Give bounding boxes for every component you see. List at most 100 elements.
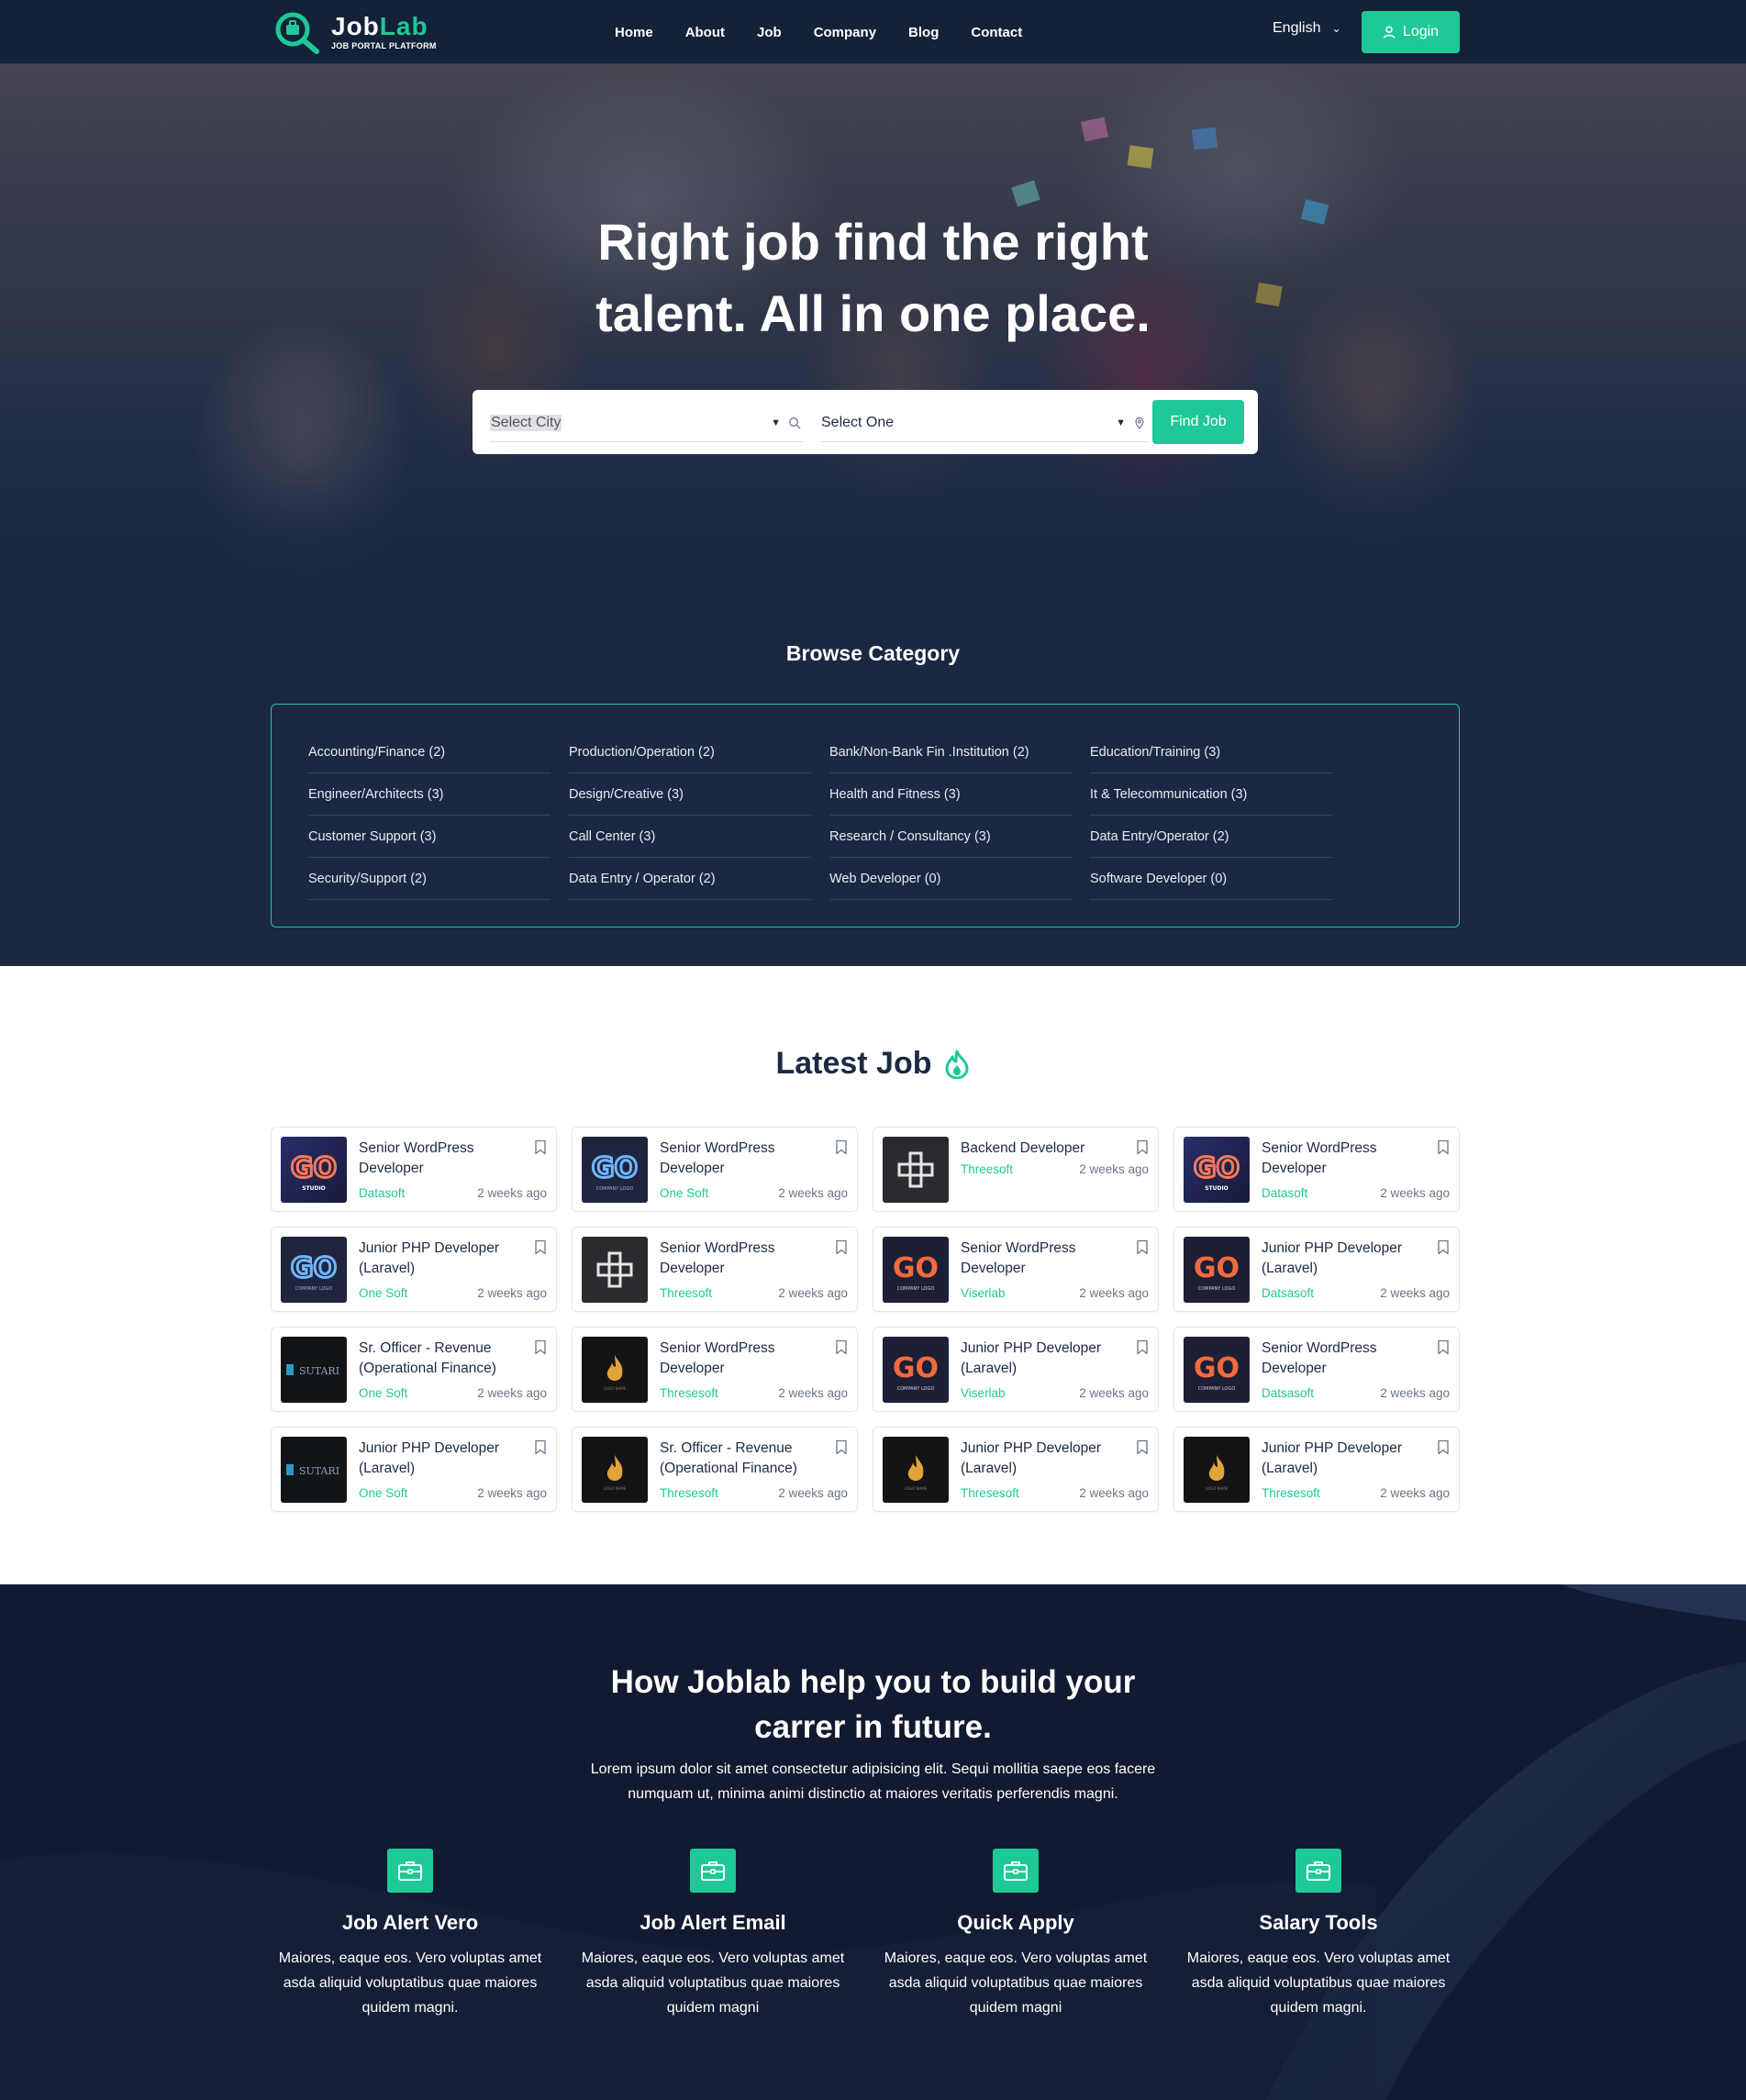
nav-about[interactable]: About bbox=[685, 25, 725, 40]
category-link[interactable]: Health and Fitness (3) bbox=[829, 773, 1072, 816]
job-card[interactable]: Senior WordPress Developer Threesoft 2 wee… bbox=[572, 1227, 858, 1312]
site-logo[interactable]: JobLab JOB PORTAL PLATFORM bbox=[271, 9, 437, 55]
bookmark-icon[interactable] bbox=[1437, 1339, 1450, 1355]
job-title[interactable]: Sr. Officer - Revenue (Operational Finan… bbox=[359, 1339, 533, 1379]
nav-company[interactable]: Company bbox=[814, 25, 876, 40]
nav-blog[interactable]: Blog bbox=[908, 25, 939, 40]
nav-contact[interactable]: Contact bbox=[971, 25, 1022, 40]
job-card[interactable]: LOGO NAME Junior PHP Developer (Laravel) T… bbox=[873, 1427, 1159, 1512]
job-card[interactable]: GO COMPANY LOGO Junior PHP Developer (Lara… bbox=[1173, 1227, 1460, 1312]
browse-category-title: Browse Category bbox=[785, 641, 961, 665]
category-link[interactable]: Design/Creative (3) bbox=[569, 773, 811, 816]
job-card[interactable]: SUTARI Sr. Officer - Revenue (Operational… bbox=[271, 1327, 557, 1412]
bookmark-icon[interactable] bbox=[835, 1239, 848, 1255]
category-link[interactable]: Security/Support (2) bbox=[308, 858, 550, 900]
category-link[interactable]: Customer Support (3) bbox=[308, 816, 550, 858]
category-select[interactable]: Select One ▼ bbox=[821, 404, 1148, 442]
job-title[interactable]: Senior WordPress Developer bbox=[359, 1139, 533, 1179]
job-title[interactable]: Junior PHP Developer (Laravel) bbox=[359, 1239, 533, 1279]
category-link[interactable]: Call Center (3) bbox=[569, 816, 811, 858]
job-company[interactable]: Thresesoft bbox=[1262, 1486, 1320, 1500]
job-card[interactable]: GO COMPANY LOGO Senior WordPress Developer… bbox=[873, 1227, 1159, 1312]
nav-job[interactable]: Job bbox=[757, 25, 782, 40]
category-link[interactable]: Web Developer (0) bbox=[829, 858, 1072, 900]
bookmark-icon[interactable] bbox=[1437, 1439, 1450, 1455]
job-card[interactable]: GO COMPANY LOGO Junior PHP Developer (Lara… bbox=[873, 1327, 1159, 1412]
svg-text:GO: GO bbox=[893, 1252, 939, 1284]
job-company[interactable]: One Soft bbox=[359, 1386, 407, 1400]
job-company[interactable]: Datasoft bbox=[359, 1186, 405, 1200]
job-card[interactable]: SUTARI Junior PHP Developer (Laravel) One … bbox=[271, 1427, 557, 1512]
job-title[interactable]: Junior PHP Developer (Laravel) bbox=[961, 1439, 1135, 1479]
job-title[interactable]: Senior WordPress Developer bbox=[660, 1239, 834, 1279]
job-company[interactable]: One Soft bbox=[359, 1486, 407, 1500]
category-link[interactable]: Education/Training (3) bbox=[1090, 731, 1332, 773]
bookmark-icon[interactable] bbox=[835, 1339, 848, 1355]
bookmark-icon[interactable] bbox=[1136, 1139, 1149, 1155]
category-link[interactable]: Data Entry / Operator (2) bbox=[569, 858, 811, 900]
job-card[interactable]: GO STUDIO Senior WordPress Developer Dataso… bbox=[1173, 1127, 1460, 1212]
bookmark-icon[interactable] bbox=[835, 1439, 848, 1455]
bookmark-icon[interactable] bbox=[534, 1439, 547, 1455]
category-link[interactable]: Production/Operation (2) bbox=[569, 731, 811, 773]
bookmark-icon[interactable] bbox=[1136, 1239, 1149, 1255]
category-link[interactable]: Bank/Non-Bank Fin .Institution (2) bbox=[829, 731, 1072, 773]
job-card[interactable]: GO STUDIO Senior WordPress Developer Dataso… bbox=[271, 1127, 557, 1212]
bookmark-icon[interactable] bbox=[1136, 1339, 1149, 1355]
job-title[interactable]: Sr. Officer - Revenue (Operational Finan… bbox=[660, 1439, 834, 1479]
job-posted-time: 2 weeks ago bbox=[778, 1286, 848, 1300]
job-title[interactable]: Senior WordPress Developer bbox=[1262, 1339, 1436, 1379]
bookmark-icon[interactable] bbox=[1136, 1439, 1149, 1455]
category-link[interactable]: Engineer/Architects (3) bbox=[308, 773, 550, 816]
job-title[interactable]: Senior WordPress Developer bbox=[660, 1339, 834, 1379]
login-button[interactable]: Login bbox=[1362, 11, 1460, 53]
bookmark-icon[interactable] bbox=[1437, 1139, 1450, 1155]
category-link[interactable]: Research / Consultancy (3) bbox=[829, 816, 1072, 858]
job-company[interactable]: Thresesoft bbox=[660, 1486, 718, 1500]
find-job-button[interactable]: Find Job bbox=[1152, 400, 1244, 444]
bookmark-icon[interactable] bbox=[1437, 1239, 1450, 1255]
category-link[interactable]: Accounting/Finance (2) bbox=[308, 731, 550, 773]
job-company[interactable]: Thresesoft bbox=[660, 1386, 718, 1400]
job-company[interactable]: Viserlab bbox=[961, 1286, 1006, 1300]
job-company[interactable]: Threesoft bbox=[660, 1286, 712, 1300]
logo-name-accent: Lab bbox=[379, 12, 428, 40]
location-pin-icon bbox=[1135, 417, 1144, 429]
job-company[interactable]: Datasoft bbox=[1262, 1186, 1307, 1200]
job-company[interactable]: One Soft bbox=[359, 1286, 407, 1300]
bookmark-icon[interactable] bbox=[835, 1139, 848, 1155]
job-title[interactable]: Junior PHP Developer (Laravel) bbox=[1262, 1439, 1436, 1479]
job-title[interactable]: Senior WordPress Developer bbox=[961, 1239, 1135, 1279]
job-card[interactable]: GO COMPANY LOGO Junior PHP Developer (Lara… bbox=[271, 1227, 557, 1312]
category-link[interactable]: Software Developer (0) bbox=[1090, 858, 1332, 900]
job-card[interactable]: LOGO NAME Sr. Officer - Revenue (Operatio… bbox=[572, 1427, 858, 1512]
job-title[interactable]: Junior PHP Developer (Laravel) bbox=[1262, 1239, 1436, 1279]
category-link[interactable]: Data Entry/Operator (2) bbox=[1090, 816, 1332, 858]
job-card[interactable]: GO COMPANY LOGO Senior WordPress Developer… bbox=[1173, 1327, 1460, 1412]
language-selector[interactable]: English ⌄ bbox=[1273, 20, 1341, 37]
job-card[interactable]: Backend Developer Threesoft 2 weeks ago bbox=[873, 1127, 1159, 1212]
city-select[interactable]: Select City ▼ bbox=[490, 404, 803, 442]
company-logo bbox=[883, 1137, 949, 1203]
job-company[interactable]: Datsasoft bbox=[1262, 1286, 1314, 1300]
job-company[interactable]: One Soft bbox=[660, 1186, 708, 1200]
svg-text:GO: GO bbox=[893, 1352, 939, 1384]
nav-home[interactable]: Home bbox=[615, 25, 653, 40]
job-company[interactable]: Datsasoft bbox=[1262, 1386, 1314, 1400]
job-title[interactable]: Junior PHP Developer (Laravel) bbox=[359, 1439, 533, 1479]
job-title[interactable]: Junior PHP Developer (Laravel) bbox=[961, 1339, 1135, 1379]
job-title[interactable]: Backend Developer bbox=[961, 1139, 1135, 1159]
bookmark-icon[interactable] bbox=[534, 1239, 547, 1255]
job-card[interactable]: LOGO NAME Junior PHP Developer (Laravel) T… bbox=[1173, 1427, 1460, 1512]
job-company[interactable]: Threesoft bbox=[961, 1162, 1013, 1176]
job-company[interactable]: Viserlab bbox=[961, 1386, 1006, 1400]
bookmark-icon[interactable] bbox=[534, 1139, 547, 1155]
bookmark-icon[interactable] bbox=[534, 1339, 547, 1355]
job-title[interactable]: Senior WordPress Developer bbox=[660, 1139, 834, 1179]
job-card[interactable]: GO COMPANY LOGO Senior WordPress Developer… bbox=[572, 1127, 858, 1212]
job-company[interactable]: Thresesoft bbox=[961, 1486, 1019, 1500]
sticky-note-decor bbox=[1191, 127, 1218, 150]
job-card[interactable]: LOGO NAME Senior WordPress Developer Thres… bbox=[572, 1327, 858, 1412]
category-link[interactable]: It & Telecommunication (3) bbox=[1090, 773, 1332, 816]
job-title[interactable]: Senior WordPress Developer bbox=[1262, 1139, 1436, 1179]
